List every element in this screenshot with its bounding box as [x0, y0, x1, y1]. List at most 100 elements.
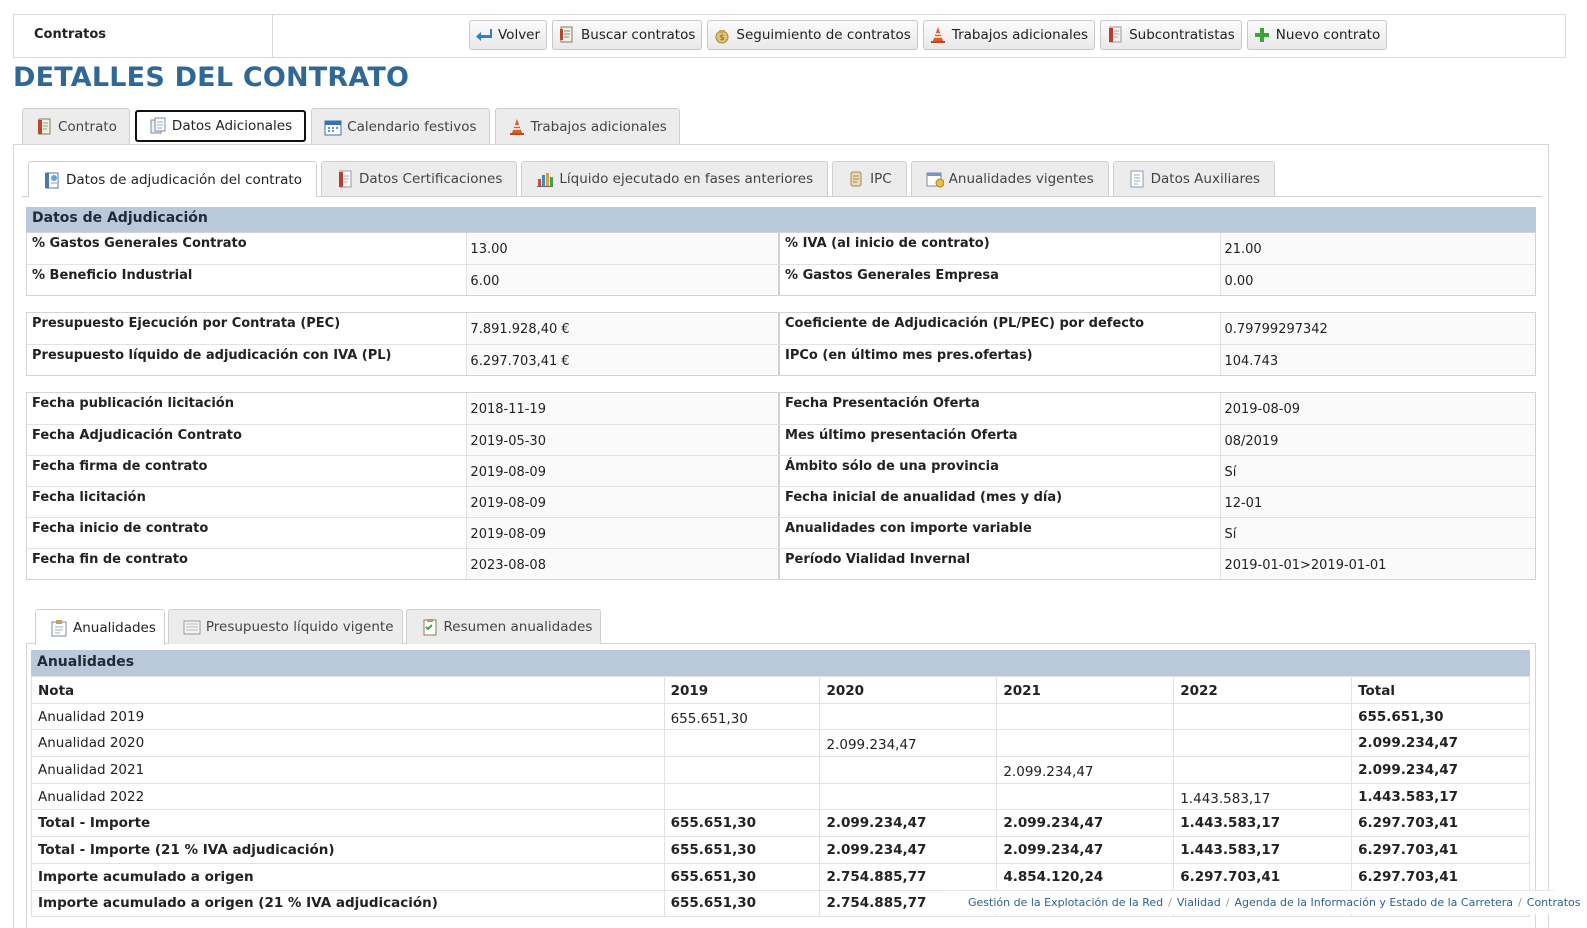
field-label: Presupuesto líquido de adjudicación con … [27, 345, 468, 375]
tab-label: Anualidades vigentes [948, 171, 1094, 187]
table-row: Anualidad 2020 2.099.234,47 2.099.234,47 [31, 729, 1530, 758]
traffic-cone-icon [929, 26, 947, 44]
tab-anualidades[interactable]: Anualidades [35, 609, 165, 645]
table-row: Anualidad 2021 2.099.234,47 2.099.234,47 [31, 756, 1530, 784]
breadcrumb-link-agenda-de-la-informacion-y-estado-de-la-carretera[interactable]: Agenda de la Información y Estado de la … [1235, 896, 1514, 909]
toolbar-button-label: Seguimiento de contratos [736, 27, 911, 43]
tab-contrato[interactable]: Contrato [22, 108, 130, 144]
certificates-icon [336, 170, 354, 188]
field-label: Mes último presentación Oferta [780, 425, 1222, 455]
anualidades-header: Anualidades [31, 650, 1530, 676]
svg-text:$: $ [720, 33, 725, 42]
field-label: Ámbito sólo de una provincia [780, 456, 1222, 486]
trabajos-adicionales-button[interactable]: Trabajos adicionales [922, 20, 1096, 50]
breadcrumb-link-gestion-de-la-explotacion-de-la-red[interactable]: Gestión de la Explotación de la Red [968, 896, 1163, 909]
adjudicacion-header: Datos de Adjudicación [26, 207, 1536, 232]
tab-label: Datos Auxiliares [1150, 171, 1261, 187]
table-cell: 655.651,30 [663, 862, 821, 891]
field-label: Fecha Presentación Oferta [780, 393, 1222, 424]
table-row: Importe acumulado a origen 655.651,30 2.75… [31, 862, 1530, 891]
sub-tabs: Datos de adjudicación del contrato Datos … [28, 161, 1276, 197]
adjudicacion-grid-dates: Fecha publicación licitación 2018-11-19 Fe… [26, 392, 1536, 580]
field-value: 2018-11-19 [467, 393, 781, 424]
tab-label: IPC [870, 171, 892, 187]
toolbar-button-label: Buscar contratos [581, 27, 696, 43]
table-cell: 655.651,30 [663, 836, 821, 864]
table-cell [663, 729, 821, 758]
tab-liquido-ejecutado-en-fases-anteriores[interactable]: Líquido ejecutado en fases anteriores [521, 161, 829, 196]
field-label: Fecha Adjudicación Contrato [27, 425, 468, 455]
table-cell: 1.443.583,17 [1173, 836, 1353, 864]
bottom-tabs: Anualidades Presupuesto líquido vigente Re… [35, 609, 602, 645]
aux-document-icon [1128, 170, 1146, 188]
tab-datos-adicionales[interactable]: Datos Adicionales [134, 110, 307, 142]
breadcrumb-separator: / [1518, 896, 1522, 909]
field-label: Fecha firma de contrato [27, 456, 468, 486]
field-label: % Beneficio Industrial [27, 265, 468, 295]
anualidades-table: Nota 2019 2020 2021 2022 Total Anualidad 2019… [31, 676, 1530, 918]
table-cell: 4.854.120,24 [996, 862, 1175, 891]
tab-presupuesto-liquido-vigente[interactable]: Presupuesto líquido vigente [167, 609, 403, 644]
field-value: 2019-08-09 [467, 456, 781, 486]
tab-anualidades-vigentes[interactable]: Anualidades vigentes [910, 161, 1109, 196]
tab-datos-auxiliares[interactable]: Datos Auxiliares [1112, 161, 1276, 196]
breadcrumb-link-contratos[interactable]: Contratos [1527, 896, 1581, 909]
field-row: Fecha Adjudicación Contrato 2019-05-30 Mes… [27, 424, 1536, 455]
clipboard-icon [50, 619, 68, 637]
field-label: Anualidades con importe variable [780, 518, 1222, 548]
table-cell: 2.099.234,47 [819, 809, 998, 838]
buscar-contratos-button[interactable]: Buscar contratos [552, 20, 703, 50]
tab-ipc[interactable]: IPC [832, 161, 907, 196]
table-cell [1173, 702, 1353, 731]
breadcrumb-link-vialidad[interactable]: Vialidad [1177, 896, 1221, 909]
tab-resumen-anualidades[interactable]: Resumen anualidades [405, 609, 602, 644]
tab-calendario-festivos[interactable]: Calendario festivos [311, 108, 490, 144]
documents-icon [149, 117, 167, 135]
table-cell [1173, 756, 1353, 784]
tab-datos-de-adjudicacion-del-contrato[interactable]: Datos de adjudicación del contrato [28, 161, 317, 197]
table-cell: 2.099.234,47 [996, 809, 1175, 838]
field-value: 6.297.703,41 € [467, 345, 781, 375]
table-cell [996, 729, 1175, 758]
nuevo-contrato-button[interactable]: Nuevo contrato [1246, 20, 1388, 50]
field-label: IPCo (en último mes pres.ofertas) [780, 345, 1222, 375]
subcontratistas-button[interactable]: Subcontratistas [1100, 20, 1242, 50]
tab-label: Trabajos adicionales [530, 118, 667, 135]
row-label: Anualidad 2020 [31, 729, 665, 758]
table-cell: 6.297.703,41 [1351, 809, 1530, 838]
traffic-cone-icon [508, 118, 526, 136]
table-cell [1173, 729, 1353, 758]
tab-label: Anualidades [73, 619, 156, 636]
top-bar: Contratos Volver Buscar contratos $ Seguimi… [13, 14, 1566, 58]
tab-trabajos-adicionales[interactable]: Trabajos adicionales [494, 108, 680, 144]
table-row: Total - Importe (21 % IVA adjudicación) 6… [31, 836, 1530, 864]
seguimiento-de-contratos-button[interactable]: $ Seguimiento de contratos [707, 20, 918, 50]
breadcrumb-separator: / [1225, 896, 1230, 909]
document-search-icon [558, 26, 576, 44]
field-label: % Gastos Generales Empresa [780, 265, 1222, 295]
bar-chart-icon [536, 170, 554, 188]
budget-list-icon [183, 618, 201, 636]
field-label: Fecha fin de contrato [27, 549, 468, 579]
table-cell [663, 782, 821, 811]
contract-icon [35, 118, 53, 136]
column-header-2019: 2019 [663, 676, 821, 704]
field-value: 7.891.928,40 € [467, 313, 781, 344]
field-label: % IVA (al inicio de contrato) [780, 233, 1222, 264]
table-cell: 655.651,30 [1351, 702, 1530, 731]
footer-breadcrumb: Gestión de la Explotación de la Red / Vial… [944, 890, 1581, 914]
adjudication-icon [43, 171, 61, 189]
field-value: Sí [1221, 518, 1536, 548]
table-cell: 6.297.703,41 [1351, 836, 1530, 864]
money-bag-icon: $ [713, 26, 731, 44]
field-value: 0.79799297342 [1221, 313, 1536, 344]
table-cell: 655.651,30 [663, 889, 821, 918]
toolbar: Volver Buscar contratos $ Seguimiento de co… [469, 20, 1388, 50]
field-label: Período Vialidad Invernal [780, 549, 1222, 579]
table-row: Total - Importe 655.651,30 2.099.234,47 2.0… [31, 809, 1530, 838]
table-cell: 2.099.234,47 [819, 729, 998, 758]
table-cell: 1.443.583,17 [1351, 782, 1530, 811]
field-label: % Gastos Generales Contrato [27, 233, 468, 264]
tab-datos-certificaciones[interactable]: Datos Certificaciones [320, 161, 518, 196]
volver-button[interactable]: Volver [469, 20, 548, 50]
